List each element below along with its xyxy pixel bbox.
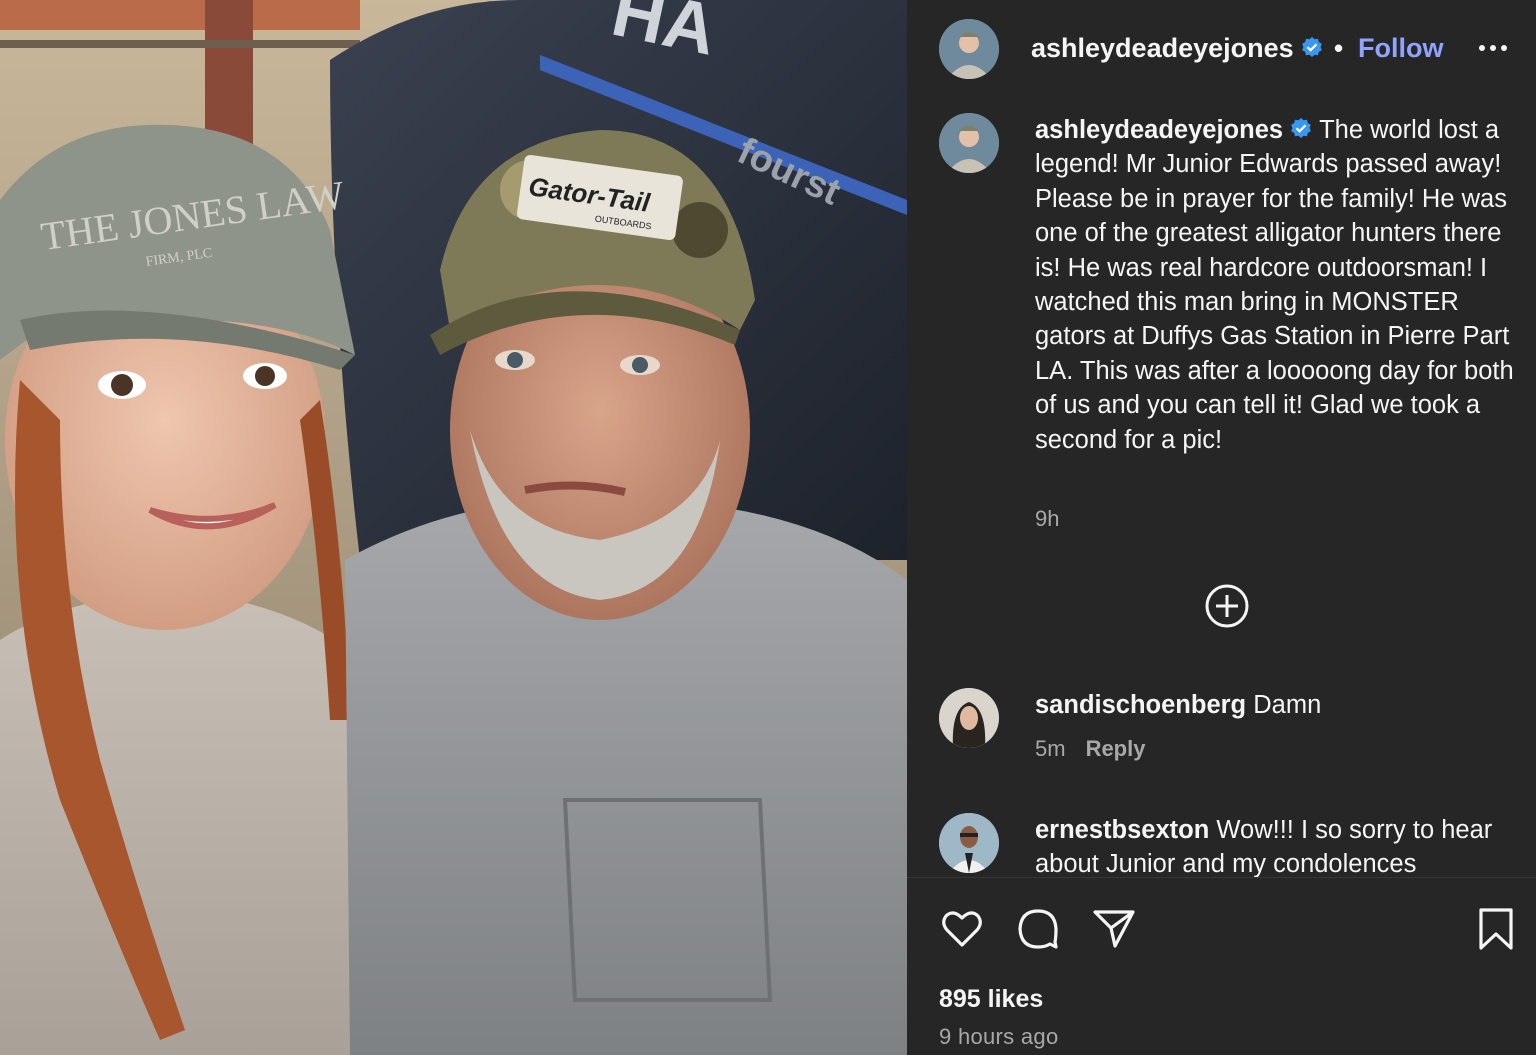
author-username[interactable]: ashleydeadeyejones [1031,33,1324,64]
author-avatar[interactable] [939,19,999,79]
caption-body: The world lost a legend! Mr Junior Edwar… [1035,116,1514,454]
avatar-image [939,813,999,873]
follow-button[interactable]: Follow [1358,33,1443,64]
comment-username[interactable]: sandischoenberg [1035,691,1246,719]
save-button[interactable] [1473,906,1519,952]
verified-icon [1301,37,1322,57]
caption-avatar[interactable] [939,113,999,173]
caption-timestamp: 9h [1035,506,1060,531]
like-button[interactable] [939,906,985,952]
post-header: ashleydeadeyejones • Follow [907,0,1536,100]
comment-icon [1018,909,1058,949]
heart-icon [942,911,982,947]
post-timestamp: 9 hours ago [939,1024,1059,1049]
post-panel: ashleydeadeyejones • Follow ashleydeadey… [907,0,1536,1055]
commenter-avatar[interactable] [939,688,999,748]
comment-body: Damn [1253,691,1322,719]
commenter-avatar[interactable] [939,813,999,873]
bookmark-icon [1479,908,1513,950]
avatar-image [939,113,999,173]
caption-text: ashleydeadeyejones The world lost a legen… [1035,113,1525,457]
share-button[interactable] [1091,906,1137,952]
comment-text: ernestbsexton Wow!!! I so sorry to hear … [1035,813,1525,877]
avatar-image [939,19,999,79]
comment-meta: 5m Reply [1035,736,1145,762]
load-more-comments-icon[interactable] [1203,582,1251,630]
verified-icon [1291,118,1311,138]
post-photo[interactable]: HA fourst THE JONES LAW FIRM, PLC Gator-… [0,0,907,1055]
caption-username[interactable]: ashleydeadeyejones [1035,116,1283,144]
comment-item: ernestbsexton Wow!!! I so sorry to hear … [939,813,1529,877]
selfie-image: HA fourst THE JONES LAW FIRM, PLC Gator-… [0,0,907,1055]
header-separator: • [1334,33,1344,63]
comment-button[interactable] [1015,906,1061,952]
author-username-text: ashleydeadeyejones [1031,33,1294,63]
comment-username[interactable]: ernestbsexton [1035,816,1209,844]
comment-text: sandischoenberg Damn [1035,688,1525,722]
post-actions: 895 likes 9 hours ago [907,878,1536,1055]
avatar-image [939,688,999,748]
more-options-icon[interactable] [1475,30,1511,66]
send-icon [1093,910,1135,948]
likes-count[interactable]: 895 likes [939,985,1043,1014]
comment-timestamp: 5m [1035,736,1066,761]
reply-button[interactable]: Reply [1086,736,1146,761]
